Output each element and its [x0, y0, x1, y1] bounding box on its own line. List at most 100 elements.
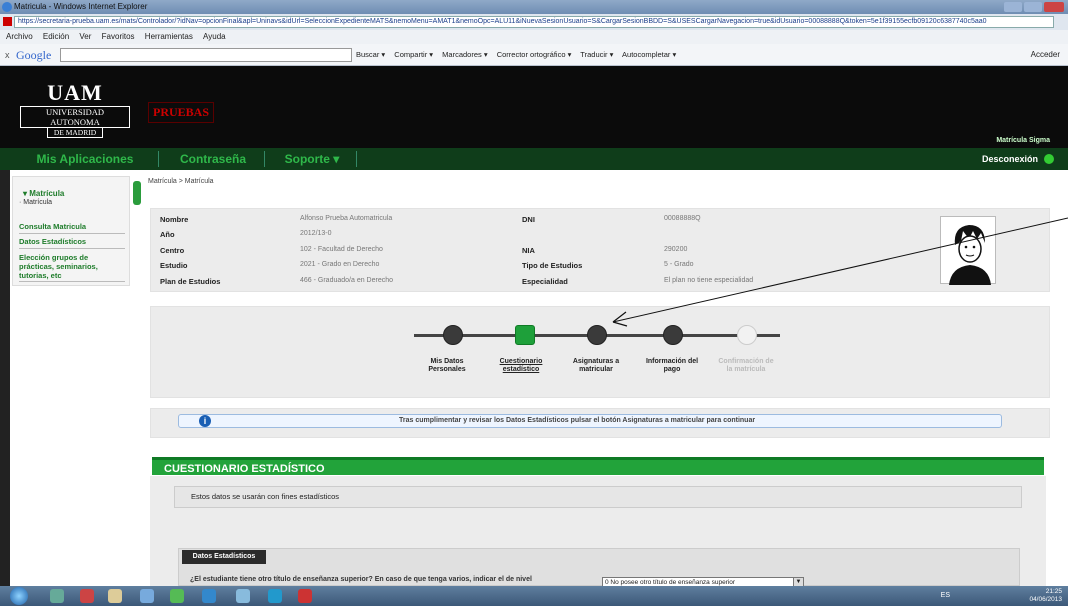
name-value: Alfonso Prueba Automatricula [300, 215, 393, 222]
nav-soporte[interactable]: Soporte ▾ [272, 148, 352, 170]
power-icon[interactable] [1044, 154, 1054, 164]
sidebar-consulta-matricula[interactable]: Consulta Matricula [19, 222, 125, 231]
menu-favoritos[interactable]: Favoritos [102, 32, 135, 41]
language-indicator[interactable]: ES [941, 592, 950, 599]
info-notice: i Tras cumplimentar y revisar los Datos … [178, 414, 1002, 428]
step-label-pago[interactable]: Información del pago [644, 358, 700, 374]
clock[interactable]: 21:25 04/06/2013 [1029, 588, 1062, 604]
nia-label: NIA [522, 246, 535, 255]
ie-logo-icon [2, 2, 12, 12]
sidebar-section-matricula[interactable]: ▾ Matrícula [23, 189, 64, 198]
taskbar-ie-icon[interactable] [202, 589, 216, 603]
minimize-button[interactable] [1004, 2, 1022, 12]
center-label: Centro [160, 246, 185, 255]
uam-logo-line2: DE MADRID [46, 128, 104, 138]
year-label: Año [160, 230, 175, 239]
avatar-icon [949, 225, 991, 285]
sidebar-datos-estadisticos[interactable]: Datos Estadísticos [19, 237, 125, 246]
plan-label: Plan de Estudios [160, 277, 221, 286]
step-dot-asignaturas[interactable] [587, 325, 607, 345]
url-input[interactable]: https://secretaria-prueba.uam.es/mats/Co… [14, 16, 1054, 28]
close-toolbar-icon[interactable]: x [5, 50, 10, 60]
clock-date: 04/06/2013 [1029, 596, 1062, 603]
main-nav: Mis Aplicaciones Contraseña Soporte ▾ De… [0, 148, 1068, 170]
menu-herramientas[interactable]: Herramientas [145, 32, 193, 41]
answer-selected-value: 0 No posee otro título de enseñanza supe… [605, 579, 736, 586]
step-label-confirmacion: Confirmación de la matrícula [718, 358, 774, 373]
window-title: Matricula - Windows Internet Explorer [14, 2, 148, 11]
chevron-down-icon[interactable]: ▼ [793, 578, 803, 586]
corrector-button[interactable]: Corrector ortográfico ▾ [497, 50, 572, 59]
window-titlebar: Matricula - Windows Internet Explorer [0, 0, 1068, 14]
menu-edicion[interactable]: Edición [43, 32, 69, 41]
question-text: ¿El estudiante tiene otro título de ense… [190, 576, 532, 583]
google-toolbar: x Google Buscar ▾ Compartir ▾ Marcadores… [0, 44, 1068, 66]
step-label-cuestionario[interactable]: Cuestionario estadístico [496, 358, 546, 374]
marcadores-button[interactable]: Marcadores ▾ [442, 50, 487, 59]
logout-link[interactable]: Desconexión [982, 148, 1038, 170]
sidebar-eleccion-grupos[interactable]: Elección grupos de prácticas, seminarios… [19, 253, 125, 280]
type-label: Tipo de Estudios [522, 261, 583, 270]
questionnaire-title: CUESTIONARIO ESTADÍSTICO [152, 457, 1044, 475]
compartir-button[interactable]: Compartir ▾ [394, 50, 433, 59]
google-search-input[interactable] [60, 48, 352, 62]
step-dot-cuestionario[interactable] [515, 325, 535, 345]
type-value: 5 - Grado [664, 261, 694, 268]
taskbar-app-icon[interactable] [170, 589, 184, 603]
sidebar: ▾ Matrícula · Matrícula Consulta Matricu… [12, 176, 141, 286]
plan-value: 466 - Graduado/a en Derecho [300, 277, 394, 284]
menu-ver[interactable]: Ver [79, 32, 91, 41]
dni-label: DNI [522, 215, 535, 224]
center-value: 102 - Facultad de Derecho [300, 246, 383, 253]
sidebar-collapse-handle[interactable] [133, 181, 141, 205]
nia-value: 290200 [664, 246, 688, 253]
sidebar-sub-matricula[interactable]: · Matrícula [19, 199, 52, 206]
step-label-mis-datos[interactable]: Mis Datos Personales [422, 358, 472, 374]
uam-logo-line1: UNIVERSIDAD AUTONOMA [20, 106, 130, 128]
left-edge [0, 170, 10, 586]
taskbar-app-icon[interactable] [140, 589, 154, 603]
info-icon: i [199, 415, 211, 427]
clock-time: 21:25 [1045, 588, 1062, 595]
signin-link[interactable]: Acceder [1031, 50, 1060, 59]
taskbar-app-icon[interactable] [80, 589, 94, 603]
maximize-button[interactable] [1024, 2, 1042, 12]
taskbar-ie-icon[interactable] [268, 589, 282, 603]
step-dot-pago[interactable] [663, 325, 683, 345]
nav-divider [356, 151, 357, 167]
close-window-button[interactable] [1044, 2, 1064, 12]
site-header: UAM UNIVERSIDAD AUTONOMA DE MADRID PRUEB… [0, 66, 1068, 148]
breadcrumb: Matrícula > Matrícula [148, 178, 214, 185]
toolbar-tools: Buscar ▾ Compartir ▾ Marcadores ▾ Correc… [356, 50, 683, 59]
traducir-button[interactable]: Traducir ▾ [580, 50, 613, 59]
stats-section-tab: Datos Estadísticos [182, 550, 266, 564]
step-dot-confirmacion [737, 325, 757, 345]
step-dot-mis-datos[interactable] [443, 325, 463, 345]
menu-ayuda[interactable]: Ayuda [203, 32, 226, 41]
taskbar-app-icon[interactable] [50, 589, 64, 603]
taskbar: ES 21:25 04/06/2013 [0, 586, 1068, 606]
nav-divider [158, 151, 159, 167]
dni-value: 00088888Q [664, 215, 701, 222]
taskbar-app-icon[interactable] [236, 589, 250, 603]
name-label: Nombre [160, 215, 189, 224]
spec-value: El plan no tiene especialidad [664, 277, 754, 284]
sidebar-divider [19, 281, 125, 282]
site-error-icon [3, 17, 12, 26]
menu-archivo[interactable]: Archivo [6, 32, 33, 41]
start-button[interactable] [10, 587, 28, 605]
student-photo [940, 216, 996, 285]
taskbar-folder-icon[interactable] [108, 589, 122, 603]
questionnaire-intro: Estos datos se usarán con fines estadíst… [174, 486, 1022, 508]
app-name: Matrícula Sigma [996, 137, 1050, 144]
uam-logo[interactable]: UAM UNIVERSIDAD AUTONOMA DE MADRID [20, 82, 130, 138]
autocompletar-button[interactable]: Autocompletar ▾ [622, 50, 676, 59]
nav-mis-aplicaciones[interactable]: Mis Aplicaciones [20, 148, 150, 170]
buscar-button[interactable]: Buscar ▾ [356, 50, 385, 59]
uam-logo-mark: UAM [47, 80, 103, 105]
nav-divider [264, 151, 265, 167]
nav-contrasena[interactable]: Contraseña [166, 148, 260, 170]
taskbar-app-icon[interactable] [298, 589, 312, 603]
step-label-asignaturas[interactable]: Asignaturas a matricular [566, 358, 626, 374]
notice-text: Tras cumplimentar y revisar los Datos Es… [399, 417, 756, 424]
